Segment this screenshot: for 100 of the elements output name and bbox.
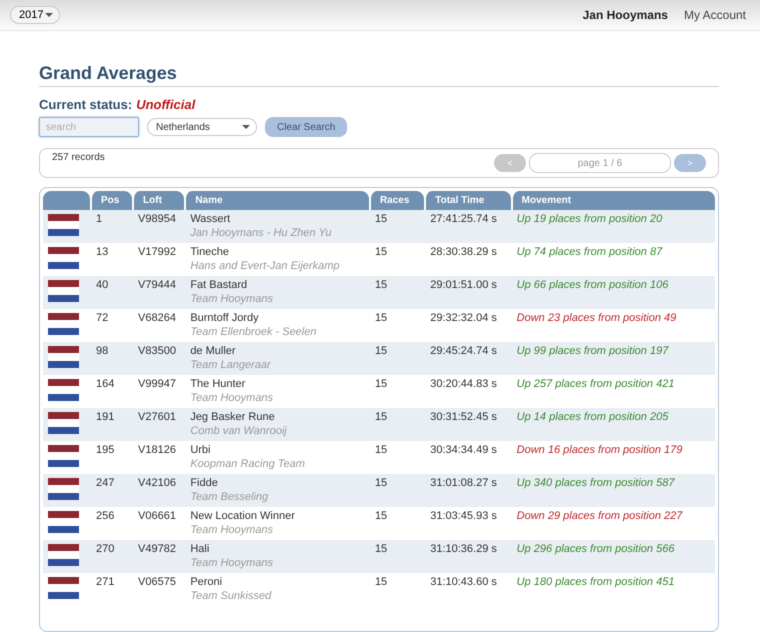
status-label: Current status: <box>39 97 132 112</box>
owner-name: Jan Hooymans - Hu Zhen Yu <box>190 226 333 240</box>
page-title: Grand Averages <box>39 63 719 87</box>
record-count: 257 records <box>52 152 105 163</box>
flag-icon <box>48 247 79 269</box>
loft-cell: V49782 <box>138 543 176 555</box>
search-field[interactable]: search <box>39 117 139 137</box>
movement-cell: Down 16 places from position 179 <box>516 444 682 456</box>
movement-cell: Down 29 places from position 227 <box>516 510 682 522</box>
position-cell: 13 <box>96 246 108 258</box>
owner-name: Team Sunkissed <box>190 589 272 603</box>
page-indicator: page 1 / 6 <box>529 153 671 173</box>
year-dropdown[interactable]: 2017 <box>10 6 60 24</box>
total-time-cell: 30:31:52.45 s <box>430 411 497 423</box>
flag-icon <box>48 577 79 599</box>
account-link[interactable]: My Account <box>684 8 746 22</box>
caret-icon <box>45 13 54 17</box>
pigeon-name: Burntoff Jordy <box>190 312 260 325</box>
position-cell: 40 <box>96 279 108 291</box>
column-header: Loft <box>132 191 184 210</box>
loft-cell: V83500 <box>138 345 176 357</box>
total-time-cell: 28:30:38.29 s <box>430 246 497 258</box>
pigeon-name: New Location Winner <box>190 510 296 523</box>
caret-icon <box>242 125 250 129</box>
pigeon-name: de Muller <box>190 345 237 358</box>
total-time-cell: 31:03:45.93 s <box>430 510 497 522</box>
races-cell: 15 <box>374 543 388 555</box>
races-cell: 15 <box>374 312 388 324</box>
pigeon-name: Peroni <box>190 576 224 589</box>
total-time-cell: 27:41:25.74 s <box>430 213 497 225</box>
races-cell: 15 <box>374 477 388 489</box>
total-time-cell: 29:32:32.04 s <box>430 312 497 324</box>
position-cell: 270 <box>96 543 114 555</box>
position-cell: 191 <box>96 411 114 423</box>
owner-name: Team Hooymans <box>190 391 274 405</box>
flag-icon <box>48 280 79 302</box>
position-cell: 1 <box>96 213 102 225</box>
flag-icon <box>48 379 79 401</box>
owner-name: Team Hooymans <box>190 292 274 306</box>
loft-cell: V98954 <box>138 213 176 225</box>
status-value: Unofficial <box>136 97 196 112</box>
pigeon-name: Jeg Basker Rune <box>190 411 276 424</box>
total-time-cell: 30:20:44.83 s <box>430 378 497 390</box>
position-cell: 98 <box>96 345 108 357</box>
loft-cell: V42106 <box>138 477 176 489</box>
clear-search-button[interactable]: Clear Search <box>265 117 348 137</box>
races-cell: 15 <box>374 510 388 522</box>
races-cell: 15 <box>374 576 388 588</box>
races-cell: 15 <box>374 411 388 423</box>
owner-name: Team Hooymans <box>190 556 274 570</box>
movement-cell: Up 66 places from position 106 <box>516 279 668 291</box>
pigeon-name: Fidde <box>190 477 219 490</box>
pigeon-name: Wassert <box>190 213 232 226</box>
total-time-cell: 31:10:43.60 s <box>430 576 497 588</box>
owner-name: Team Hooymans <box>190 523 274 537</box>
flag-icon <box>48 412 79 434</box>
owner-name: Koopman Racing Team <box>190 457 306 471</box>
total-time-cell: 29:45:24.74 s <box>430 345 497 357</box>
loft-cell: V18126 <box>138 444 176 456</box>
movement-cell: Up 296 places from position 566 <box>516 543 674 555</box>
total-time-cell: 31:10:36.29 s <box>430 543 497 555</box>
races-cell: 15 <box>374 246 388 258</box>
position-cell: 256 <box>96 510 114 522</box>
loft-cell: V17992 <box>138 246 176 258</box>
column-header: Movement <box>510 191 715 210</box>
total-time-cell: 30:34:34.49 s <box>430 444 497 456</box>
loft-cell: V27601 <box>138 411 176 423</box>
flag-icon <box>48 346 79 368</box>
loft-cell: V06575 <box>138 576 176 588</box>
movement-cell: Down 23 places from position 49 <box>516 312 676 324</box>
user-name: Jan Hooymans <box>582 8 668 22</box>
owner-name: Comb van Wanrooij <box>190 424 288 438</box>
pigeon-name: Hali <box>190 543 210 556</box>
country-dropdown[interactable]: Netherlands <box>147 118 257 136</box>
total-time-cell: 29:01:51.00 s <box>430 279 497 291</box>
races-cell: 15 <box>374 444 388 456</box>
pigeon-name: The Hunter <box>190 378 246 391</box>
loft-cell: V06661 <box>138 510 176 522</box>
loft-cell: V68264 <box>138 312 176 324</box>
position-cell: 195 <box>96 444 114 456</box>
total-time-cell: 31:01:08.27 s <box>430 477 497 489</box>
pigeon-name: Tineche <box>190 246 230 259</box>
races-cell: 15 <box>374 378 388 390</box>
movement-cell: Up 257 places from position 421 <box>516 378 674 390</box>
column-header <box>43 191 90 210</box>
pigeon-name: Urbi <box>190 444 212 457</box>
races-cell: 15 <box>374 279 388 291</box>
column-header: Name <box>184 191 369 210</box>
races-cell: 15 <box>374 345 388 357</box>
flag-icon <box>48 214 79 236</box>
flag-icon <box>48 445 79 467</box>
owner-name: Team Langeraar <box>190 358 272 372</box>
movement-cell: Up 14 places from position 205 <box>516 411 668 423</box>
flag-icon <box>48 544 79 566</box>
column-header: Pos <box>90 191 132 210</box>
loft-cell: V79444 <box>138 279 176 291</box>
flag-icon <box>48 511 79 533</box>
pigeon-name: Fat Bastard <box>190 279 248 292</box>
races-cell: 15 <box>374 213 388 225</box>
flag-icon <box>48 313 79 335</box>
